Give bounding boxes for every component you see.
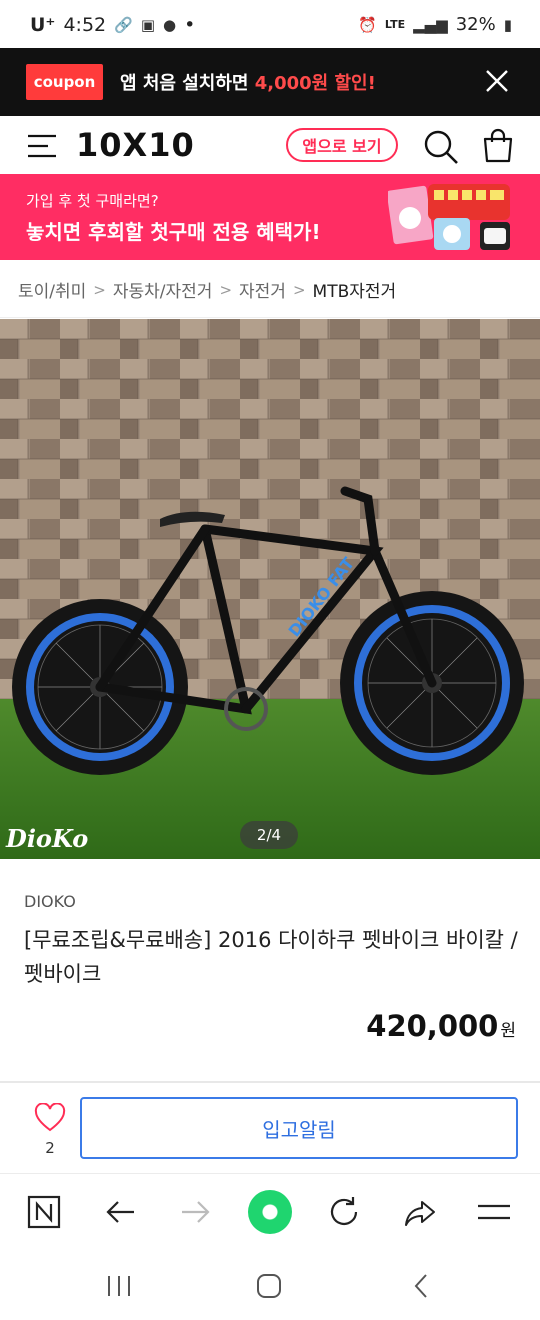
chevron-right-icon: >	[93, 280, 106, 299]
menu-icon[interactable]	[476, 1194, 512, 1230]
browser-toolbar	[0, 1173, 540, 1249]
product-image-gallery[interactable]: DIOKO FAT DioKo 2/4	[0, 319, 540, 859]
notification-dot: •	[184, 14, 196, 36]
price-currency: 원	[500, 1021, 516, 1041]
forward-arrow-icon[interactable]	[178, 1194, 214, 1230]
carrier-label: U⁺	[30, 14, 56, 36]
promo-subtitle: 가입 후 첫 구매라면?	[26, 192, 159, 210]
home-button-icon[interactable]	[254, 1271, 284, 1301]
restock-notify-button[interactable]: 입고알림	[80, 1097, 518, 1159]
coupon-message: 앱 처음 설치하면 4,000원 할인!	[120, 69, 376, 95]
product-brand[interactable]: DIOKO	[24, 892, 76, 911]
battery-icon: ▮	[503, 15, 512, 34]
chevron-right-icon: >	[292, 280, 306, 299]
price-value: 420,000	[366, 1009, 499, 1043]
product-info: DIOKO [무료조립&무료배송] 2016 다이하쿠 펫바이크 바이칼 / 펫…	[0, 859, 540, 1081]
talk-icon: ●	[163, 16, 177, 34]
product-title: [무료조립&무료배송] 2016 다이하쿠 펫바이크 바이칼 / 펫바이크	[24, 928, 518, 986]
image-counter: 2/4	[240, 821, 298, 849]
breadcrumb-item[interactable]: 자전거	[239, 277, 286, 302]
clock: 4:52	[63, 14, 107, 36]
brand-watermark: DioKo	[6, 824, 89, 853]
breadcrumb-item[interactable]: 자동차/자전거	[113, 277, 213, 302]
breadcrumb: 토이/취미 > 자동차/자전거 > 자전거 > MTB자전거	[0, 260, 540, 318]
recent-apps-icon[interactable]	[104, 1271, 134, 1301]
promo-title: 놓치면 후회할 첫구매 전용 혜택가!	[26, 220, 321, 244]
signal-icon: ▂▄▆	[413, 15, 448, 34]
link-icon: 🔗	[114, 16, 133, 34]
image-icon: ▣	[140, 16, 156, 34]
shopping-bag-icon[interactable]	[480, 128, 516, 164]
back-arrow-icon[interactable]	[102, 1194, 138, 1230]
site-logo[interactable]: 10X10	[76, 126, 195, 164]
coupon-discount: 4,000원 할인!	[254, 73, 376, 94]
wishlist-count: 2	[45, 1139, 55, 1157]
product-image: DIOKO FAT	[0, 319, 540, 859]
heart-icon[interactable]	[34, 1102, 66, 1133]
naver-icon[interactable]	[26, 1194, 62, 1230]
system-nav-bar	[0, 1249, 540, 1320]
menu-icon[interactable]	[26, 132, 58, 160]
status-bar: U⁺ 4:52 🔗 ▣ ● • ⏰ LTE ▂▄▆ 32% ▮	[0, 0, 540, 48]
breadcrumb-item-current[interactable]: MTB자전거	[313, 277, 397, 302]
back-button-icon[interactable]	[406, 1271, 436, 1301]
coupon-message-text: 앱 처음 설치하면	[120, 73, 255, 94]
site-header: 10X10 앱으로 보기	[0, 116, 540, 174]
first-purchase-promo[interactable]: 가입 후 첫 구매라면? 놓치면 후회할 첫구매 전용 혜택가!	[0, 174, 540, 260]
close-icon[interactable]	[482, 66, 512, 96]
refresh-icon[interactable]	[326, 1194, 362, 1230]
battery-level: 32%	[455, 14, 496, 35]
purchase-action-bar: 2 입고알림	[0, 1083, 540, 1173]
breadcrumb-item[interactable]: 토이/취미	[18, 277, 86, 302]
open-app-button[interactable]: 앱으로 보기	[286, 128, 398, 162]
coupon-banner[interactable]: coupon 앱 처음 설치하면 4,000원 할인!	[0, 48, 540, 116]
home-icon[interactable]	[248, 1190, 292, 1234]
network-label: LTE	[384, 18, 406, 31]
product-price: 420,000 원	[366, 1009, 516, 1043]
alarm-icon: ⏰	[358, 15, 377, 34]
share-icon[interactable]	[402, 1194, 438, 1230]
coupon-tag: coupon	[26, 64, 103, 100]
promo-goods-image	[386, 182, 516, 254]
search-icon[interactable]	[422, 128, 460, 166]
chevron-right-icon: >	[219, 280, 233, 299]
